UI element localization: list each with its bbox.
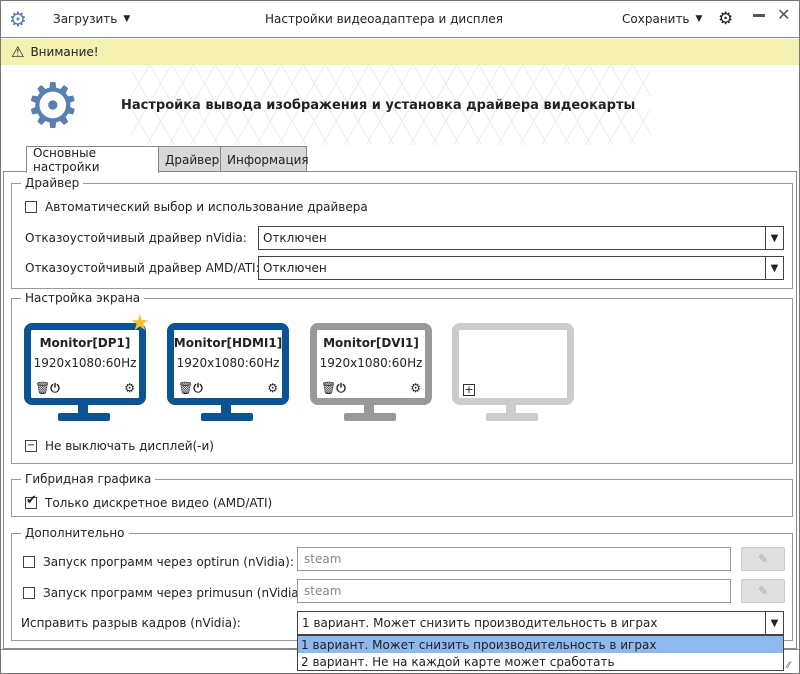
nvidia-driver-select[interactable]: Отключен ▼ xyxy=(258,226,784,250)
amd-driver-select[interactable]: Отключен ▼ xyxy=(258,256,784,280)
close-icon[interactable]: ✕ xyxy=(777,5,790,24)
discrete-video-label: Только дискретное видео (AMD/ATI) xyxy=(45,496,273,510)
monitor-name: Monitor[HDMI1] xyxy=(173,336,283,350)
keep-display-on-label: Не выключать дисплей(-и) xyxy=(45,439,214,453)
load-menu-button[interactable]: Загрузить ▼ xyxy=(53,12,130,26)
monitor-screen: Monitor[DP1] 1920x1080:60Hz 🗑⏻ ⚙ xyxy=(24,323,146,405)
edit-icon: ✎ xyxy=(757,584,769,598)
optirun-input[interactable]: steam xyxy=(297,547,731,571)
window-title: Настройки видеоадаптера и дисплея xyxy=(265,12,503,26)
select-value: Отключен xyxy=(263,261,327,275)
primary-star-icon: ★ xyxy=(130,311,150,336)
edit-icon: ✎ xyxy=(757,552,769,566)
add-monitor-icon[interactable]: + xyxy=(463,384,475,396)
primusun-label: Запуск программ через primusun (nVidia): xyxy=(43,586,308,600)
driver-legend: Драйвер xyxy=(21,176,84,190)
monitor-screen: + xyxy=(452,323,574,405)
header-gears-icon: ⚙ xyxy=(25,69,81,142)
chevron-down-icon: ▼ xyxy=(695,14,703,24)
tab-label: Основные настройки xyxy=(33,146,100,174)
monitor-mode: 1920x1080:60Hz xyxy=(319,356,423,370)
discrete-video-checkbox[interactable]: ✔ Только дискретное видео (AMD/ATI) xyxy=(25,493,273,510)
monitor-mode: 1920x1080:60Hz xyxy=(176,356,280,370)
hybrid-legend: Гибридная графика xyxy=(21,472,156,486)
tearing-label: Исправить разрыв кадров (nVidia): xyxy=(21,616,241,630)
chevron-down-icon: ▼ xyxy=(765,257,783,279)
checkbox-icon xyxy=(23,556,35,568)
tearing-select[interactable]: 1 вариант. Может снизить производительно… xyxy=(297,611,784,635)
keep-display-on-checkbox[interactable]: − Не выключать дисплей(-и) xyxy=(25,439,214,453)
resize-grip-icon[interactable]: ⁄⁄ xyxy=(787,661,790,671)
monitor-neck xyxy=(78,405,88,413)
trash-icon[interactable]: 🗑 xyxy=(35,381,50,395)
auto-driver-label: Автоматический выбор и использование дра… xyxy=(45,200,368,214)
gear-icon[interactable]: ⚙ xyxy=(124,381,135,396)
monitor-screen: Monitor[HDMI1] 1920x1080:60Hz 🗑⏻ ⚙ xyxy=(167,323,289,405)
warning-icon: ⚠ xyxy=(11,43,25,61)
amd-driver-label: Отказоустойчивый драйвер AMD/ATI: xyxy=(25,261,260,275)
power-icon[interactable]: ⏻ xyxy=(193,381,203,395)
tab-label: Драйвер xyxy=(165,152,220,167)
tab-driver[interactable]: Драйвер xyxy=(158,146,221,172)
monitor-name: Monitor[DP1] xyxy=(39,336,131,350)
select-value: Отключен xyxy=(263,231,327,245)
trash-icon[interactable]: 🗑 xyxy=(321,381,336,395)
primusun-edit-button[interactable]: ✎ xyxy=(741,579,785,603)
monitor-card[interactable]: Monitor[DVI1] 1920x1080:60Hz 🗑⏻ ⚙ xyxy=(310,323,432,423)
power-icon[interactable]: ⏻ xyxy=(50,381,60,395)
warning-bar[interactable]: ⚠ Внимание! xyxy=(1,39,799,65)
checkbox-checked-icon: ✔ xyxy=(25,493,37,509)
checkbox-indeterminate-icon: − xyxy=(25,440,37,452)
monitor-neck xyxy=(506,405,516,413)
save-menu-button[interactable]: Сохранить ▼ xyxy=(622,12,702,26)
optirun-checkbox[interactable]: Запуск программ через optirun (nVidia): xyxy=(23,555,294,569)
load-label: Загрузить xyxy=(53,12,118,26)
gear-icon[interactable]: ⚙ xyxy=(410,381,421,396)
monitor-card[interactable]: Monitor[HDMI1] 1920x1080:60Hz 🗑⏻ ⚙ xyxy=(167,323,289,423)
title-bar: ⚙ Загрузить ▼ Настройки видеоадаптера и д… xyxy=(1,1,799,38)
optirun-edit-button[interactable]: ✎ xyxy=(741,547,785,571)
monitor-card[interactable]: + xyxy=(452,323,574,423)
primusun-input[interactable]: steam xyxy=(297,579,731,603)
monitor-screen: Monitor[DVI1] 1920x1080:60Hz 🗑⏻ ⚙ xyxy=(310,323,432,405)
tab-info[interactable]: Информация xyxy=(220,146,309,172)
auto-driver-checkbox[interactable]: Автоматический выбор и использование дра… xyxy=(25,200,368,214)
tab-label: Информация xyxy=(227,152,309,167)
minimize-icon[interactable] xyxy=(753,14,765,17)
dropdown-option[interactable]: 2 вариант. Не на каждой карте может сраб… xyxy=(298,653,783,670)
chevron-down-icon: ▼ xyxy=(765,227,783,249)
monitor-base xyxy=(344,413,396,421)
monitor-mode: 1920x1080:60Hz xyxy=(33,356,137,370)
checkbox-icon xyxy=(25,201,37,213)
monitor-base xyxy=(486,413,538,421)
checkbox-icon xyxy=(23,587,35,599)
monitor-card[interactable]: Monitor[DP1] 1920x1080:60Hz 🗑⏻ ⚙ ★ xyxy=(24,311,150,423)
nvidia-driver-label: Отказоустойчивый драйвер nVidia: xyxy=(25,231,247,245)
primusun-checkbox[interactable]: Запуск программ через primusun (nVidia): xyxy=(23,586,307,600)
monitor-name: Monitor[DVI1] xyxy=(323,336,419,350)
tab-main-settings[interactable]: Основные настройки xyxy=(26,146,159,174)
settings-gear-icon[interactable]: ⚙ xyxy=(718,9,733,29)
dropdown-option[interactable]: 1 вариант. Может снизить производительно… xyxy=(298,636,783,653)
screen-legend: Настройка экрана xyxy=(21,291,145,305)
chevron-down-icon: ▼ xyxy=(765,612,783,634)
save-label: Сохранить xyxy=(622,12,690,26)
monitor-base xyxy=(58,413,110,421)
monitor-neck xyxy=(364,405,374,413)
trash-icon[interactable]: 🗑 xyxy=(178,381,193,395)
select-value: 1 вариант. Может снизить производительно… xyxy=(302,616,658,630)
gear-icon[interactable]: ⚙ xyxy=(267,381,278,396)
optirun-label: Запуск программ через optirun (nVidia): xyxy=(43,555,294,569)
app-gear-icon: ⚙ xyxy=(9,7,27,31)
monitor-neck xyxy=(221,405,231,413)
monitor-base xyxy=(201,413,253,421)
header-title: Настройка вывода изображения и установка… xyxy=(121,98,636,113)
chevron-down-icon: ▼ xyxy=(123,14,131,24)
tearing-dropdown-list: 1 вариант. Может снизить производительно… xyxy=(297,635,784,671)
warning-text: Внимание! xyxy=(30,45,99,59)
power-icon[interactable]: ⏻ xyxy=(336,381,346,395)
extra-legend: Дополнительно xyxy=(21,526,129,540)
